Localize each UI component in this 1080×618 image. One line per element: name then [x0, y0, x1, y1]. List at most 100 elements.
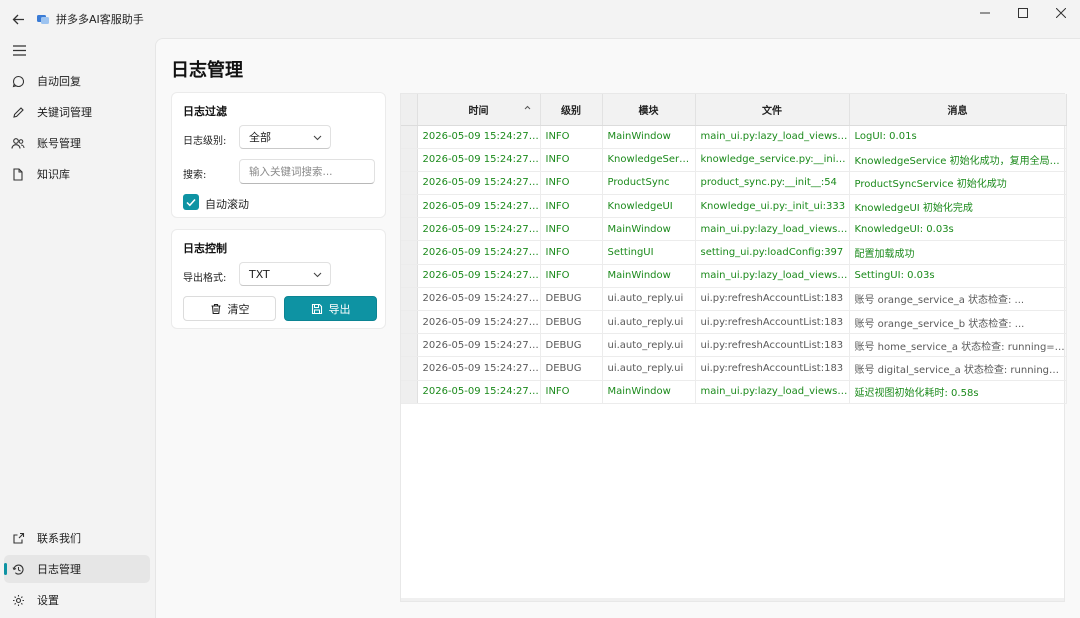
- row-header[interactable]: [401, 171, 418, 196]
- cell-file: setting_ui.py:loadConfig:397: [695, 240, 850, 265]
- maximize-button[interactable]: [1004, 0, 1042, 26]
- search-input[interactable]: [239, 159, 375, 184]
- window-controls: [966, 0, 1080, 26]
- main-content: 日志管理 日志过滤 日志级别: 全部 搜索: 自动滚动 日志控制 导出格式: T…: [155, 38, 1080, 618]
- row-header[interactable]: [401, 194, 418, 219]
- sidebar-item-label: 账号管理: [37, 137, 81, 150]
- cell-module: MainWindow: [602, 217, 696, 242]
- cell-file: product_sync.py:__init__:54: [695, 171, 850, 196]
- cell-message: SettingUI: 0.03s: [849, 264, 1067, 288]
- cell-file: ui.py:refreshAccountList:183: [695, 287, 850, 312]
- page-title: 日志管理: [171, 60, 243, 81]
- cell-time: 2026-05-09 15:24:27.500: [417, 356, 541, 381]
- cell-module: MainWindow: [602, 380, 696, 404]
- export-format-select[interactable]: TXT: [239, 262, 331, 286]
- cell-module: MainWindow: [602, 264, 696, 288]
- control-card-title: 日志控制: [183, 242, 227, 255]
- maximize-icon: [1018, 8, 1028, 18]
- cell-file: main_ui.py:lazy_load_views:88: [695, 217, 850, 242]
- sidebar-item-contact[interactable]: 联系我们: [4, 524, 150, 552]
- column-header-module[interactable]: 模块: [602, 94, 696, 126]
- cell-level: INFO: [540, 217, 603, 242]
- cell-time: 2026-05-09 15:24:27.526: [417, 380, 541, 404]
- row-header[interactable]: [401, 264, 418, 288]
- row-header[interactable]: [401, 310, 418, 335]
- back-button[interactable]: [0, 1, 36, 37]
- cell-level: INFO: [540, 264, 603, 288]
- cell-file: ui.py:refreshAccountList:183: [695, 310, 850, 335]
- cell-message: 账号 digital_service_a 状态检查: running=False: [849, 356, 1067, 381]
- cell-level: DEBUG: [540, 356, 603, 381]
- row-header[interactable]: [401, 217, 418, 242]
- table-row[interactable]: 2026-05-09 15:24:27.492 DEBUG ui.auto_repl…: [401, 333, 1067, 358]
- cell-time: 2026-05-09 15:24:27.401: [417, 171, 541, 196]
- table-row[interactable]: 2026-05-09 15:24:27.432 INFO MainWindow mai…: [401, 217, 1067, 242]
- table-row[interactable]: 2026-05-09 15:24:27.464 INFO SettingUI sett…: [401, 240, 1067, 265]
- table-row[interactable]: 2026-05-09 15:24:27.399 INFO KnowledgeServ…: [401, 148, 1067, 172]
- cell-level: DEBUG: [540, 287, 603, 312]
- cell-module: ui.auto_reply.ui: [602, 333, 696, 358]
- table-row[interactable]: 2026-05-09 15:24:27.425 INFO KnowledgeUI Kn…: [401, 194, 1067, 219]
- chat-icon: [12, 75, 24, 87]
- cell-time: 2026-05-09 15:24:27.464: [417, 240, 541, 265]
- row-header[interactable]: [401, 287, 418, 312]
- cell-file: main_ui.py:lazy_load_views:91: [695, 264, 850, 288]
- cell-time: 2026-05-09 15:24:27.432: [417, 217, 541, 242]
- table-row[interactable]: 2026-05-09 15:24:27.500 DEBUG ui.auto_repl…: [401, 356, 1067, 381]
- row-header[interactable]: [401, 380, 418, 404]
- cell-time: 2026-05-09 15:24:27.399: [417, 148, 541, 172]
- export-button[interactable]: 导出: [284, 296, 377, 321]
- close-button[interactable]: [1042, 0, 1080, 26]
- row-header[interactable]: [401, 240, 418, 265]
- sidebar-item-keywords[interactable]: 关键词管理: [4, 98, 150, 126]
- column-header-time[interactable]: 时间: [417, 94, 541, 126]
- column-header-message[interactable]: 消息: [849, 94, 1067, 126]
- history-icon: [12, 563, 24, 575]
- cell-level: DEBUG: [540, 310, 603, 335]
- minimize-icon: [980, 12, 990, 14]
- log-table[interactable]: 时间 级别 模块 文件 消息 2026-05-09 15:24:27.397 IN…: [400, 93, 1067, 602]
- autoscroll-checkbox[interactable]: [183, 194, 199, 210]
- table-row[interactable]: 2026-05-09 15:24:27.401 INFO ProductSync pr…: [401, 171, 1067, 196]
- app-title: 拼多多AI客服助手: [56, 13, 144, 26]
- row-header[interactable]: [401, 148, 418, 172]
- table-row[interactable]: 2026-05-09 15:24:27.397 INFO MainWindow mai…: [401, 125, 1067, 149]
- table-row[interactable]: 2026-05-09 15:24:27.486 DEBUG ui.auto_repl…: [401, 310, 1067, 335]
- cell-time: 2026-05-09 15:24:27.465: [417, 264, 541, 288]
- cell-file: Knowledge_ui.py:_init_ui:333: [695, 194, 850, 219]
- sidebar-item-knowledge[interactable]: 知识库: [4, 160, 150, 188]
- sidebar-item-label: 自动回复: [37, 75, 81, 88]
- minimize-button[interactable]: [966, 0, 1004, 26]
- clear-button[interactable]: 清空: [183, 296, 276, 321]
- log-level-label: 日志级别:: [183, 136, 227, 147]
- log-table-body: 2026-05-09 15:24:27.397 INFO MainWindow mai…: [401, 125, 1067, 404]
- chevron-down-icon: [313, 272, 322, 278]
- sidebar-item-settings[interactable]: 设置: [4, 586, 150, 614]
- table-row[interactable]: 2026-05-09 15:24:27.479 DEBUG ui.auto_repl…: [401, 287, 1067, 312]
- cell-level: INFO: [540, 125, 603, 149]
- autoscroll-label: 自动滚动: [205, 198, 249, 211]
- table-row[interactable]: 2026-05-09 15:24:27.465 INFO MainWindow mai…: [401, 264, 1067, 288]
- sidebar-item-auto-reply[interactable]: 自动回复: [4, 67, 150, 95]
- pencil-icon: [12, 106, 24, 118]
- table-header-row: 时间 级别 模块 文件 消息: [401, 94, 1067, 126]
- row-header[interactable]: [401, 356, 418, 381]
- table-row[interactable]: 2026-05-09 15:24:27.526 INFO MainWindow mai…: [401, 380, 1067, 404]
- row-header[interactable]: [401, 333, 418, 358]
- sidebar: 自动回复 关键词管理 账号管理 知识库 联系我们 日志管理 设置: [0, 38, 154, 618]
- sidebar-item-logs[interactable]: 日志管理: [4, 555, 150, 583]
- cell-message: LogUI: 0.01s: [849, 125, 1067, 149]
- column-header-level[interactable]: 级别: [540, 94, 603, 126]
- row-header[interactable]: [401, 125, 418, 149]
- cell-time: 2026-05-09 15:24:27.425: [417, 194, 541, 219]
- people-icon: [11, 137, 25, 149]
- column-header-file[interactable]: 文件: [695, 94, 850, 126]
- log-level-select[interactable]: 全部: [239, 125, 331, 149]
- column-header-label: 时间: [468, 105, 489, 117]
- sidebar-item-accounts[interactable]: 账号管理: [4, 129, 150, 157]
- export-format-label: 导出格式:: [183, 273, 227, 284]
- column-header-label: 消息: [947, 105, 968, 117]
- menu-button[interactable]: [6, 38, 32, 62]
- horizontal-scrollbar[interactable]: [401, 598, 1064, 601]
- search-label: 搜索:: [183, 170, 207, 181]
